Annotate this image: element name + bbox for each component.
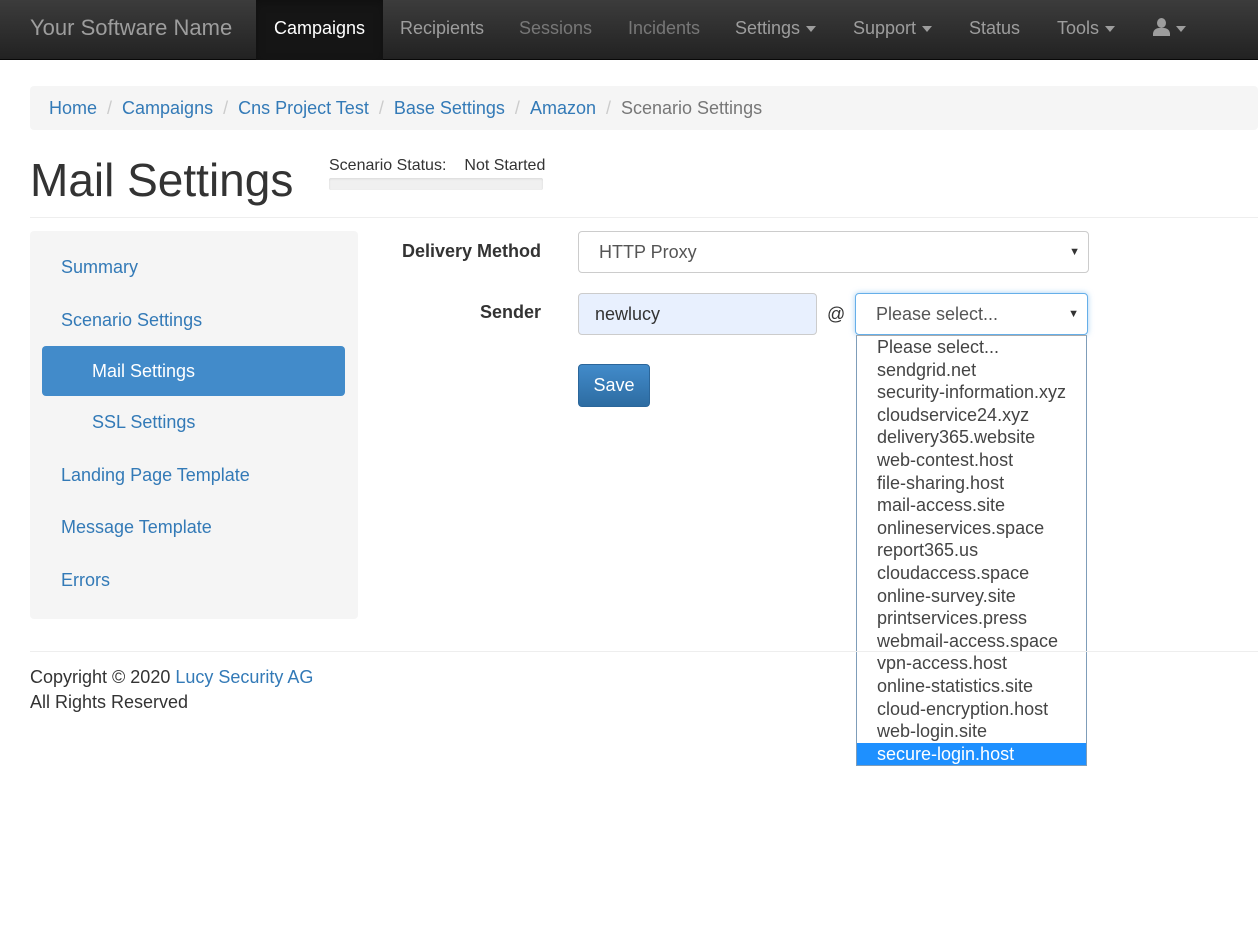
- breadcrumb-campaigns[interactable]: Campaigns: [122, 98, 213, 118]
- scenario-status: Scenario Status: Not Started: [329, 156, 546, 190]
- domain-option[interactable]: web-contest.host: [857, 449, 1086, 472]
- top-navbar: Your Software Name Campaigns Recipients …: [0, 0, 1258, 60]
- domain-option[interactable]: web-login.site: [857, 720, 1086, 743]
- domain-option[interactable]: online-statistics.site: [857, 675, 1086, 698]
- sidebar-item-errors[interactable]: Errors: [42, 555, 345, 605]
- sender-label: Sender: [479, 302, 541, 322]
- breadcrumb-amazon[interactable]: Amazon: [530, 98, 596, 118]
- breadcrumb-base-settings[interactable]: Base Settings: [394, 98, 505, 118]
- breadcrumb-separator: /: [378, 98, 384, 118]
- header-divider: [30, 217, 1258, 218]
- sidebar-item-summary[interactable]: Summary: [42, 242, 345, 292]
- nav-tools-dropdown[interactable]: Tools: [1039, 0, 1133, 56]
- domain-option[interactable]: security-information.xyz: [857, 381, 1086, 404]
- sidebar-item-message-template[interactable]: Message Template: [42, 502, 345, 552]
- caret-down-icon: [806, 26, 817, 33]
- domain-option[interactable]: secure-login.host: [857, 742, 1086, 765]
- domain-option[interactable]: sendgrid.net: [857, 359, 1086, 382]
- domain-option[interactable]: cloudaccess.space: [857, 562, 1086, 585]
- company-link[interactable]: Lucy Security AG: [175, 667, 313, 687]
- domain-option[interactable]: Please select...: [857, 336, 1086, 359]
- caret-down-icon: [922, 26, 933, 33]
- domain-option[interactable]: printservices.press: [857, 607, 1086, 630]
- nav-incidents: Incidents: [628, 18, 701, 38]
- delivery-method-value: HTTP Proxy: [599, 242, 697, 262]
- breadcrumb-separator: /: [223, 98, 229, 118]
- nav-tools-label: Tools: [1057, 18, 1100, 38]
- nav-support-dropdown[interactable]: Support: [835, 0, 950, 56]
- domain-option[interactable]: delivery365.website: [857, 426, 1086, 449]
- footer: Copyright © 2020 Lucy Security AG All Ri…: [30, 665, 313, 715]
- caret-down-icon: [1176, 26, 1186, 33]
- sidebar-nav: Summary Scenario Settings Mail Settings …: [30, 231, 358, 619]
- breadcrumb-separator: /: [514, 98, 520, 118]
- sender-domain-value: Please select...: [876, 304, 999, 324]
- status-value: Not Started: [464, 157, 546, 174]
- breadcrumb-separator: /: [107, 98, 113, 118]
- domain-option[interactable]: vpn-access.host: [857, 652, 1086, 675]
- sidebar-item-mail-settings[interactable]: Mail Settings: [42, 346, 345, 396]
- domain-option[interactable]: mail-access.site: [857, 494, 1086, 517]
- sender-domain-options[interactable]: Please select... sendgrid.net security-inf…: [856, 335, 1087, 766]
- breadcrumb-current: Scenario Settings: [621, 98, 763, 118]
- breadcrumb-home[interactable]: Home: [49, 98, 97, 118]
- domain-option[interactable]: cloud-encryption.host: [857, 698, 1086, 721]
- nav-sessions: Sessions: [519, 18, 593, 38]
- footer-divider: [30, 651, 1258, 652]
- nav-recipients[interactable]: Recipients: [382, 0, 502, 56]
- domain-option[interactable]: cloudservice24.xyz: [857, 404, 1086, 427]
- domain-option[interactable]: webmail-access.space: [857, 630, 1086, 653]
- sidebar-item-ssl-settings[interactable]: SSL Settings: [42, 397, 345, 447]
- status-label: Scenario Status:: [329, 157, 447, 174]
- sender-input[interactable]: newlucy: [578, 293, 817, 335]
- sidebar-item-landing-page-template[interactable]: Landing Page Template: [42, 450, 345, 500]
- save-button[interactable]: Save: [578, 364, 650, 407]
- nav-settings-dropdown[interactable]: Settings: [717, 0, 834, 56]
- rights-text: All Rights Reserved: [30, 692, 189, 712]
- breadcrumb: Home / Campaigns / Cns Project Test / Base Set…: [30, 86, 1258, 130]
- select-arrow-icon: ▼: [1069, 246, 1080, 258]
- nav-settings-label: Settings: [735, 18, 801, 38]
- nav-support-label: Support: [853, 18, 917, 38]
- at-sign: @: [827, 304, 846, 324]
- breadcrumb-separator: /: [605, 98, 611, 118]
- domain-option[interactable]: online-survey.site: [857, 585, 1086, 608]
- domain-option[interactable]: onlineservices.space: [857, 517, 1086, 540]
- sender-domain-select[interactable]: Please select... ▼: [855, 293, 1088, 335]
- user-menu-dropdown[interactable]: [1134, 0, 1204, 56]
- sidebar-item-scenario-settings[interactable]: Scenario Settings: [42, 295, 345, 345]
- user-icon: [1152, 18, 1170, 36]
- nav-status[interactable]: Status: [951, 0, 1038, 56]
- delivery-method-label: Delivery Method: [401, 241, 541, 261]
- copyright-text: Copyright © 2020: [30, 667, 171, 687]
- nav-campaigns[interactable]: Campaigns: [256, 0, 384, 60]
- domain-option[interactable]: report365.us: [857, 539, 1086, 562]
- select-arrow-icon: ▼: [1068, 308, 1079, 320]
- breadcrumb-project[interactable]: Cns Project Test: [238, 98, 369, 118]
- page-title: Mail Settings: [30, 154, 294, 206]
- delivery-method-select[interactable]: HTTP Proxy ▼: [578, 231, 1089, 273]
- caret-down-icon: [1105, 26, 1116, 33]
- brand-name[interactable]: Your Software Name: [30, 0, 232, 56]
- status-progress-bar: [329, 178, 543, 190]
- domain-option[interactable]: file-sharing.host: [857, 472, 1086, 495]
